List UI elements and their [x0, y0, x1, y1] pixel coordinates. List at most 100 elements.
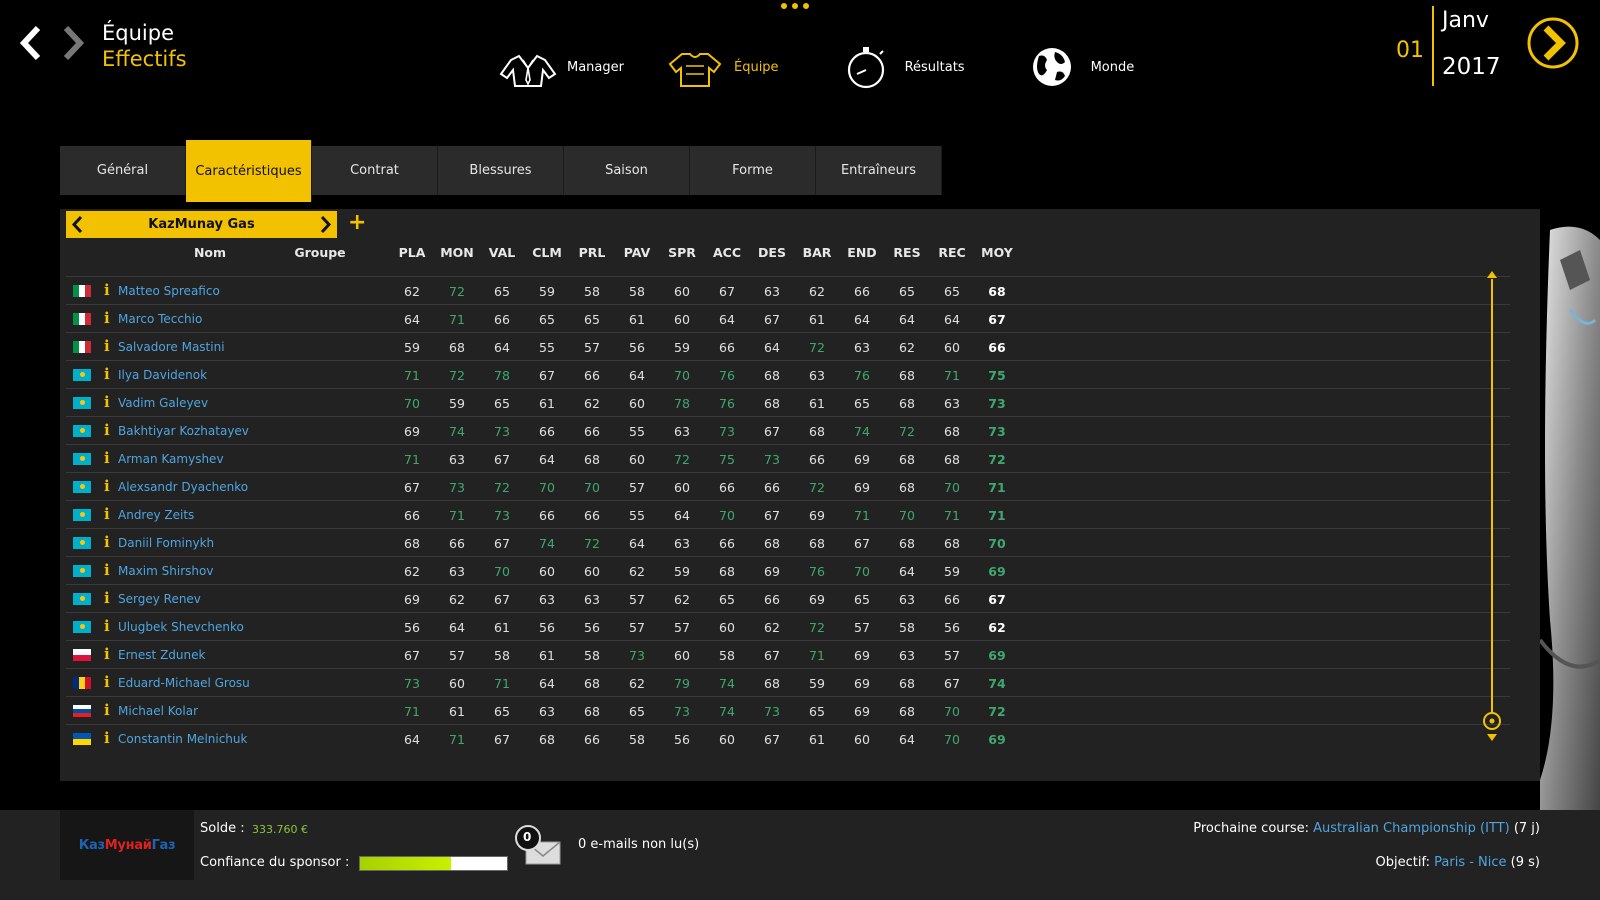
stat-spr: 59	[674, 564, 690, 579]
rider-name[interactable]: Eduard-Michael Grosu	[118, 676, 250, 690]
table-row[interactable]: i Bakhtiyar Kozhatayev 69 74 73 66 66 55 63 73 67 6…	[66, 416, 1510, 444]
rider-name[interactable]: Michael Kolar	[118, 704, 198, 718]
table-row[interactable]: i Maxim Shirshov 62 63 70 60 60 62 59 68 69 76 70 64 5…	[66, 556, 1510, 584]
add-team-icon[interactable]: +	[348, 212, 366, 234]
team-selector[interactable]: KazMunay Gas	[66, 211, 337, 238]
tab-general[interactable]: Général	[60, 146, 186, 195]
table-row[interactable]: i Alexsandr Dyachenko 67 73 72 70 70 57 60 66 66 72…	[66, 472, 1510, 500]
table-row[interactable]: i Sergey Renev 69 62 67 63 63 57 62 65 66 69 65 63 66 6…	[66, 584, 1510, 612]
table-row[interactable]: i Ulugbek Shevchenko 56 64 61 56 56 57 57 60 62 72 5…	[66, 612, 1510, 640]
info-icon[interactable]: i	[104, 309, 110, 327]
rider-name[interactable]: Ilya Davidenok	[118, 368, 207, 382]
table-row[interactable]: i Andrey Zeits 66 71 73 66 66 55 64 70 67 69 71 70 71 7…	[66, 500, 1510, 528]
flag-kz-icon	[73, 369, 91, 381]
column-header-nom[interactable]: Nom	[180, 245, 240, 260]
column-header-res[interactable]: RES	[887, 245, 927, 260]
forward-arrow-icon[interactable]	[58, 22, 88, 64]
column-header-pav[interactable]: PAV	[617, 245, 657, 260]
column-header-acc[interactable]: ACC	[707, 245, 747, 260]
next-team-icon[interactable]	[319, 215, 333, 234]
back-arrow-icon[interactable]	[16, 22, 46, 64]
info-icon[interactable]: i	[104, 477, 110, 495]
rider-name[interactable]: Vadim Galeyev	[118, 396, 208, 410]
rider-name[interactable]: Marco Tecchio	[118, 312, 202, 326]
table-row[interactable]: i Eduard-Michael Grosu 73 60 71 64 68 62 79 74 68 5…	[66, 668, 1510, 696]
menu-dots-icon[interactable]	[781, 3, 809, 9]
column-header-end[interactable]: END	[842, 245, 882, 260]
rider-name[interactable]: Ulugbek Shevchenko	[118, 620, 244, 634]
column-header-rec[interactable]: REC	[932, 245, 972, 260]
advance-day-button[interactable]	[1526, 16, 1580, 70]
column-header-bar[interactable]: BAR	[797, 245, 837, 260]
stat-res: 68	[899, 368, 915, 383]
nav-equipe[interactable]: Équipe	[664, 44, 779, 90]
column-header-prl[interactable]: PRL	[572, 245, 612, 260]
tab-contrat[interactable]: Contrat	[312, 146, 438, 195]
rider-name[interactable]: Constantin Melnichuk	[118, 732, 247, 746]
info-icon[interactable]: i	[104, 281, 110, 299]
info-icon[interactable]: i	[104, 617, 110, 635]
rider-name[interactable]: Arman Kamyshev	[118, 452, 224, 466]
flag-kz-icon	[73, 565, 91, 577]
column-header-moy[interactable]: MOY	[977, 245, 1017, 260]
mail-status: 0 e-mails non lu(s)	[578, 837, 700, 852]
table-row[interactable]: i Ernest Zdunek 67 57 58 61 58 73 60 58 67 71 69 63 57…	[66, 640, 1510, 668]
objective-link[interactable]: Paris - Nice	[1434, 855, 1506, 870]
nav-monde[interactable]: Monde	[1021, 44, 1134, 90]
column-header-des[interactable]: DES	[752, 245, 792, 260]
rider-name[interactable]: Bakhtiyar Kozhatayev	[118, 424, 249, 438]
stat-pla: 73	[404, 676, 420, 691]
info-icon[interactable]: i	[104, 729, 110, 747]
info-icon[interactable]: i	[104, 645, 110, 663]
prev-team-icon[interactable]	[70, 215, 84, 234]
tab-caracteristiques[interactable]: Caractéristiques	[186, 140, 312, 202]
rider-name[interactable]: Maxim Shirshov	[118, 564, 213, 578]
tab-entraineurs[interactable]: Entraîneurs	[816, 146, 942, 195]
info-icon[interactable]: i	[104, 365, 110, 383]
column-header-mon[interactable]: MON	[437, 245, 477, 260]
nav-manager[interactable]: Manager	[497, 44, 624, 90]
page-title: Équipe Effectifs	[102, 20, 187, 72]
column-header-clm[interactable]: CLM	[527, 245, 567, 260]
table-row[interactable]: i Vadim Galeyev 70 59 65 61 62 60 78 76 68 61 65 68 63…	[66, 388, 1510, 416]
table-row[interactable]: i Constantin Melnichuk 64 71 67 68 66 58 56 60 67 6…	[66, 724, 1510, 752]
info-icon[interactable]: i	[104, 533, 110, 551]
mail-icon[interactable]: 0	[512, 824, 564, 866]
tab-saison[interactable]: Saison	[564, 146, 690, 195]
next-race-link[interactable]: Australian Championship (ITT)	[1313, 821, 1510, 836]
table-row[interactable]: i Marco Tecchio 64 71 66 65 65 61 60 64 67 61 64 64 64…	[66, 304, 1510, 332]
table-row[interactable]: i Arman Kamyshev 71 63 67 64 68 60 72 75 73 66 69 68 6…	[66, 444, 1510, 472]
stat-prl: 58	[584, 284, 600, 299]
info-icon[interactable]: i	[104, 449, 110, 467]
info-icon[interactable]: i	[104, 421, 110, 439]
rider-name[interactable]: Andrey Zeits	[118, 508, 194, 522]
info-icon[interactable]: i	[104, 505, 110, 523]
column-header-val[interactable]: VAL	[482, 245, 522, 260]
rider-name[interactable]: Salvadore Mastini	[118, 340, 225, 354]
rider-name[interactable]: Sergey Renev	[118, 592, 201, 606]
column-header-spr[interactable]: SPR	[662, 245, 702, 260]
rider-name[interactable]: Ernest Zdunek	[118, 648, 205, 662]
info-icon[interactable]: i	[104, 561, 110, 579]
info-icon[interactable]: i	[104, 393, 110, 411]
table-row[interactable]: i Salvadore Mastini 59 68 64 55 57 56 59 66 64 72 63…	[66, 332, 1510, 360]
scrollbar[interactable]	[1482, 271, 1502, 741]
info-icon[interactable]: i	[104, 673, 110, 691]
info-icon[interactable]: i	[104, 337, 110, 355]
column-header-groupe[interactable]: Groupe	[275, 245, 365, 260]
stat-des: 67	[764, 732, 780, 747]
table-row[interactable]: i Daniil Fominykh 68 66 67 74 72 64 63 66 68 68 67 68…	[66, 528, 1510, 556]
rider-name[interactable]: Daniil Fominykh	[118, 536, 214, 550]
table-row[interactable]: i Ilya Davidenok 71 72 78 67 66 64 70 76 68 63 76 68 7…	[66, 360, 1510, 388]
tab-forme[interactable]: Forme	[690, 146, 816, 195]
table-row[interactable]: i Michael Kolar 71 61 65 63 68 65 73 74 73 65 69 68 70…	[66, 696, 1510, 724]
tab-blessures[interactable]: Blessures	[438, 146, 564, 195]
info-icon[interactable]: i	[104, 701, 110, 719]
rider-name[interactable]: Matteo Spreafico	[118, 284, 220, 298]
column-header-pla[interactable]: PLA	[392, 245, 432, 260]
info-icon[interactable]: i	[104, 589, 110, 607]
rider-name[interactable]: Alexsandr Dyachenko	[118, 480, 248, 494]
team-name: KazMunay Gas	[148, 217, 255, 232]
table-row[interactable]: i Matteo Spreafico 62 72 65 59 58 58 60 67 63 62 66 6…	[66, 276, 1510, 304]
nav-resultats[interactable]: Résultats	[835, 44, 965, 90]
